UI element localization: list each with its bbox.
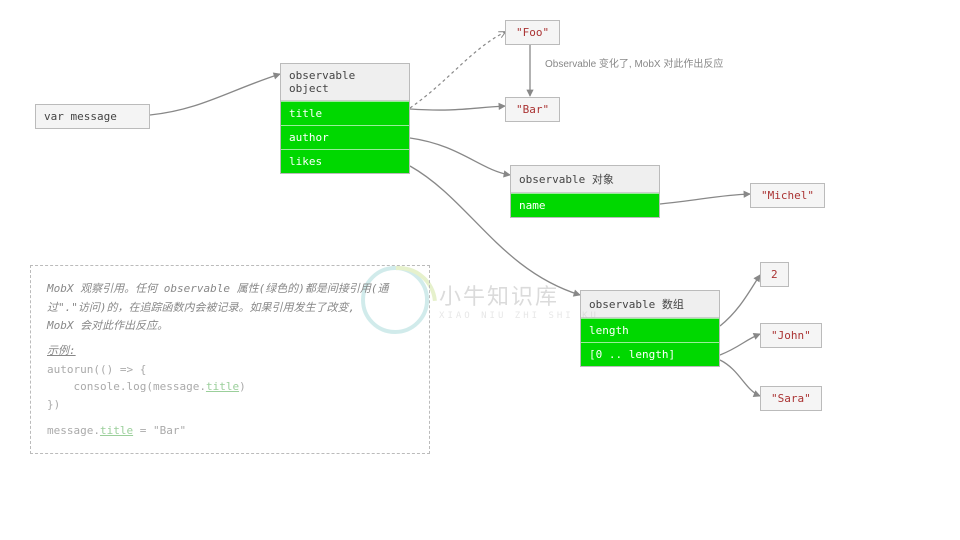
array-row-length: length: [581, 318, 719, 342]
watermark-en: XIAO NIU ZHI SHI KU: [439, 311, 599, 321]
note-line-3: MobX 会对此作出反应。: [47, 317, 413, 336]
obj-table-header: observable object: [281, 64, 409, 101]
var-box: var message: [35, 104, 150, 129]
array-table-header: observable 数组: [581, 291, 719, 318]
note-line-2: 过"."访问)的，在追踪函数内会被记录。如果引用发生了改变,: [47, 299, 413, 318]
value-bar: "Bar": [505, 97, 560, 122]
note-code-1b: console.log(message.title): [47, 378, 413, 396]
reaction-caption: Observable 变化了, MobX 对此作出反应: [545, 55, 723, 70]
note-line-1: MobX 观察引用。任何 observable 属性(绿色的)都是间接引用(通: [47, 280, 413, 299]
note-code-1a: autorun(() => {: [47, 361, 413, 379]
obj-row-likes: likes: [281, 149, 409, 173]
author-table-header: observable 对象: [511, 166, 659, 193]
value-foo: "Foo": [505, 20, 560, 45]
obj-row-title: title: [281, 101, 409, 125]
observable-array-table: observable 数组 length [0 .. length]: [580, 290, 720, 367]
value-two: 2: [760, 262, 789, 287]
observable-object-table: observable object title author likes: [280, 63, 410, 174]
var-box-label: var message: [44, 110, 117, 123]
author-row-name: name: [511, 193, 659, 217]
note-code-1c: }): [47, 396, 413, 414]
note-code-2: message.title = "Bar": [47, 422, 413, 440]
note-example-label: 示例:: [47, 342, 413, 361]
value-john: "John": [760, 323, 822, 348]
note-box: MobX 观察引用。任何 observable 属性(绿色的)都是间接引用(通 …: [30, 265, 430, 454]
watermark-cn: 小牛知识库: [439, 279, 599, 311]
value-michel: "Michel": [750, 183, 825, 208]
obj-row-author: author: [281, 125, 409, 149]
observable-author-table: observable 对象 name: [510, 165, 660, 218]
array-row-range: [0 .. length]: [581, 342, 719, 366]
value-sara: "Sara": [760, 386, 822, 411]
